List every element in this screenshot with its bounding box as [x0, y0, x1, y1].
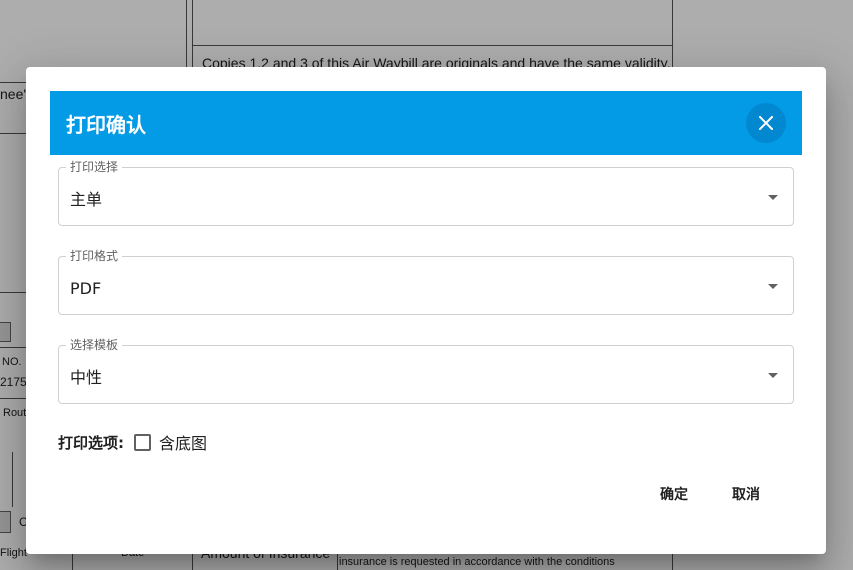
print-format-select[interactable]: 打印格式 PDF	[58, 248, 794, 315]
dialog-header: 打印确认	[50, 91, 802, 155]
confirm-button[interactable]: 确定	[642, 476, 706, 512]
dropdown-arrow-icon	[768, 284, 778, 289]
print-format-value: PDF	[70, 279, 102, 298]
template-value: 中性	[70, 368, 103, 387]
print-options-row: 打印选项: 含底图	[58, 431, 207, 453]
close-icon	[759, 116, 773, 130]
cancel-button[interactable]: 取消	[714, 476, 778, 512]
include-background-label[interactable]: 含底图	[159, 430, 207, 454]
dropdown-arrow-icon	[768, 373, 778, 378]
include-background-checkbox[interactable]	[134, 433, 151, 451]
print-confirm-dialog: 打印确认 打印选择 主单 打印格式 PDF 选择模板 中性 打印选项: 含底图 …	[26, 67, 826, 554]
print-options-label: 打印选项:	[58, 433, 124, 452]
print-selection-select[interactable]: 打印选择 主单	[58, 159, 794, 226]
close-button[interactable]	[746, 103, 786, 143]
dialog-title: 打印确认	[66, 112, 146, 137]
template-label: 选择模板	[66, 337, 123, 353]
print-selection-value: 主单	[70, 190, 103, 209]
print-format-label: 打印格式	[66, 248, 123, 264]
dropdown-arrow-icon	[768, 195, 778, 200]
template-select[interactable]: 选择模板 中性	[58, 337, 794, 404]
print-selection-label: 打印选择	[66, 159, 123, 175]
